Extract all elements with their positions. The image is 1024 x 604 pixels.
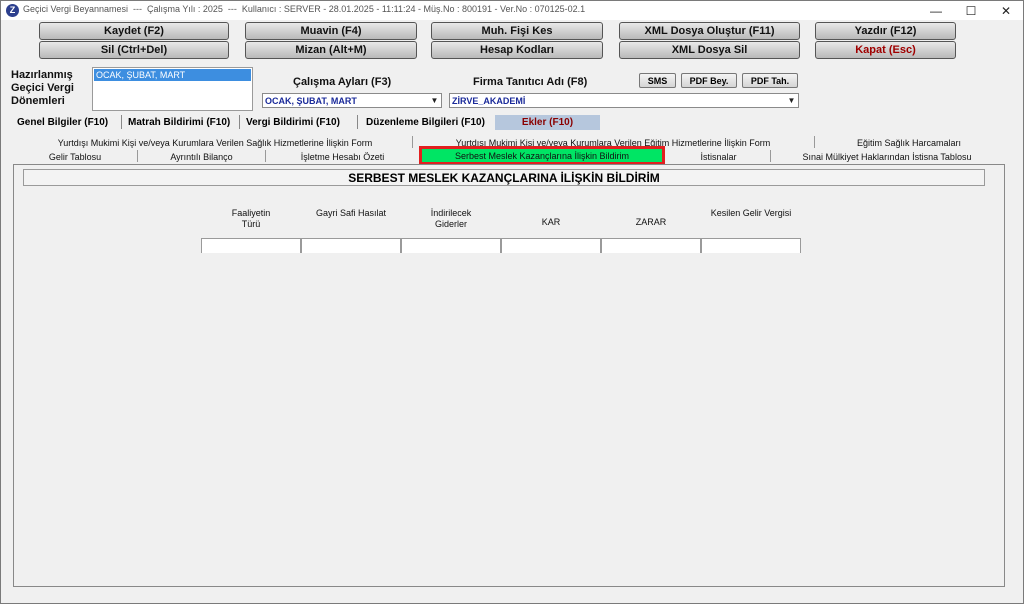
- tab-istisnalar[interactable]: İstisnalar: [667, 150, 770, 163]
- chevron-down-icon[interactable]: ▼: [428, 94, 441, 107]
- pdf-bey-button[interactable]: PDF Bey.: [681, 73, 737, 88]
- col-faaliyet-turu-line2: Türü: [241, 219, 261, 229]
- input-indirilecek-giderler[interactable]: [401, 238, 501, 253]
- col-gayri-safi-hasilat: Gayri Safi Hasılat: [315, 208, 387, 218]
- hesap-kodlari-button[interactable]: Hesap Kodları: [431, 41, 603, 59]
- calisma-aylari-value: OCAK, ŞUBAT, MART: [265, 95, 357, 106]
- main-window: Z Geçici Vergi Beyannamesi --- Çalışma Y…: [0, 0, 1024, 604]
- input-kesilen-gelir-vergisi[interactable]: [701, 238, 801, 253]
- kaydet-button[interactable]: Kaydet (F2): [39, 22, 229, 40]
- col-kar: KAR: [541, 217, 561, 227]
- tab-saglik-hizmetleri-form[interactable]: Yurtdışı Mukimi Kişi ve/veya Kurumlara V…: [19, 136, 411, 149]
- tab-isletme-hesabi-ozeti[interactable]: İşletme Hesabı Özeti: [266, 150, 419, 163]
- periods-label-line3: Dönemleri: [11, 95, 65, 107]
- col-indirilecek-giderler: İndirilecek Giderler: [401, 208, 501, 230]
- tab-vergi-bildirimi[interactable]: Vergi Bildirimi (F10): [243, 115, 355, 130]
- input-kar[interactable]: [501, 238, 601, 253]
- minimize-icon[interactable]: —: [921, 1, 951, 20]
- col-indirilecek-giderler-line2: Giderler: [434, 219, 467, 229]
- col-kesilen-gelir-vergisi: Kesilen Gelir Vergisi: [710, 208, 792, 218]
- app-icon: Z: [6, 4, 19, 17]
- kapat-button[interactable]: Kapat (Esc): [815, 41, 956, 59]
- tab-separator: [239, 115, 240, 129]
- tab-separator: [121, 115, 122, 129]
- firma-label: Firma Tanıtıcı Adı (F8): [473, 76, 588, 88]
- title-bar: Z Geçici Vergi Beyannamesi --- Çalışma Y…: [1, 1, 1023, 20]
- xml-dosya-olustur-button[interactable]: XML Dosya Oluştur (F11): [619, 22, 800, 40]
- tab-gelir-tablosu[interactable]: Gelir Tablosu: [13, 150, 137, 163]
- tab-ayrintili-bilanco[interactable]: Ayrıntılı Bilanço: [138, 150, 265, 163]
- col-faaliyet-turu: Faaliyetin Türü: [201, 208, 301, 230]
- yazdir-button[interactable]: Yazdır (F12): [815, 22, 956, 40]
- tab-separator: [357, 115, 358, 129]
- form-title: SERBEST MESLEK KAZANÇLARINA İLİŞKİN BİLD…: [23, 169, 985, 186]
- firma-select[interactable]: ZİRVE_AKADEMİ ▼: [449, 93, 799, 108]
- pdf-tah-button[interactable]: PDF Tah.: [742, 73, 798, 88]
- chevron-down-icon[interactable]: ▼: [785, 94, 798, 107]
- calisma-aylari-select[interactable]: OCAK, ŞUBAT, MART ▼: [262, 93, 442, 108]
- mizan-button[interactable]: Mizan (Alt+M): [245, 41, 417, 59]
- xml-dosya-sil-button[interactable]: XML Dosya Sil: [619, 41, 800, 59]
- input-gayri-safi-hasilat[interactable]: [301, 238, 401, 253]
- input-zarar[interactable]: [601, 238, 701, 253]
- tab-sinai-mulkiyet-istisna[interactable]: Sınai Mülkiyet Haklarından İstisna Tablo…: [771, 150, 1003, 163]
- tab-genel-bilgiler[interactable]: Genel Bilgiler (F10): [14, 115, 120, 130]
- tab-duzenleme-bilgileri[interactable]: Düzenleme Bilgileri (F10): [363, 115, 491, 130]
- muavin-button[interactable]: Muavin (F4): [245, 22, 417, 40]
- calisma-aylari-label: Çalışma Ayları (F3): [293, 76, 392, 88]
- close-icon[interactable]: ✕: [991, 1, 1021, 20]
- tab-matrah-bildirimi[interactable]: Matrah Bildirimi (F10): [125, 115, 237, 130]
- sil-button[interactable]: Sil (Ctrl+Del): [39, 41, 229, 59]
- col-indirilecek-giderler-line1: İndirilecek: [430, 208, 472, 218]
- firma-value: ZİRVE_AKADEMİ: [452, 95, 526, 106]
- muh-fisi-kes-button[interactable]: Muh. Fişi Kes: [431, 22, 603, 40]
- tab-serbest-meslek-bildirim[interactable]: Serbest Meslek Kazançlarına İlişkin Bild…: [419, 146, 665, 165]
- tab-ekler[interactable]: Ekler (F10): [495, 115, 600, 130]
- periods-label-line2: Geçici Vergi: [11, 82, 74, 94]
- maximize-icon[interactable]: ☐: [956, 1, 986, 20]
- periods-list-item-selected[interactable]: OCAK, ŞUBAT, MART: [94, 69, 251, 81]
- input-faaliyet-turu[interactable]: [201, 238, 301, 253]
- sms-button[interactable]: SMS: [639, 73, 676, 88]
- periods-listbox[interactable]: OCAK, ŞUBAT, MART: [92, 67, 253, 111]
- window-title: Geçici Vergi Beyannamesi --- Çalışma Yıl…: [23, 4, 586, 14]
- tab-egitim-saglik-harcamalari[interactable]: Eğitim Sağlık Harcamaları: [815, 136, 1003, 149]
- col-zarar: ZARAR: [635, 217, 667, 227]
- col-faaliyet-turu-line1: Faaliyetin: [231, 208, 271, 218]
- periods-label-line1: Hazırlanmış: [11, 69, 73, 81]
